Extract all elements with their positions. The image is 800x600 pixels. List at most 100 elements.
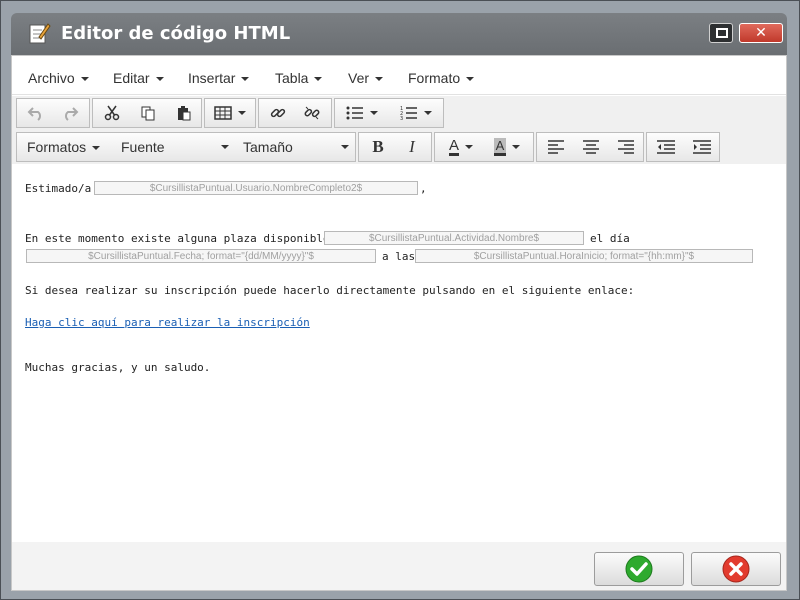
availability-text: En este momento existe alguna plaza disp… — [25, 232, 350, 245]
formats-label: Formatos — [27, 139, 87, 155]
toolbar-row-2: Formatos Fuente Tamaño B I A A — [12, 130, 786, 165]
indent-group — [646, 132, 720, 162]
outdent-icon — [657, 140, 675, 154]
toolbar-row-1: 123 — [12, 96, 786, 130]
menu-archivo[interactable]: Archivo — [28, 70, 89, 86]
paste-button[interactable] — [167, 99, 201, 127]
align-center-icon — [583, 140, 599, 154]
unlink-button[interactable] — [295, 99, 329, 127]
menu-label: Editar — [113, 70, 150, 86]
editor-client: Archivo Editar Insertar Tabla Ver Format… — [11, 55, 787, 591]
table-group — [204, 98, 256, 128]
cut-button[interactable] — [95, 99, 129, 127]
notepad-icon — [27, 21, 51, 45]
indent-button[interactable] — [685, 133, 719, 161]
chevron-down-icon — [341, 145, 349, 149]
undo-button[interactable] — [19, 99, 53, 127]
chevron-down-icon — [92, 146, 101, 151]
bold-button[interactable]: B — [361, 133, 395, 161]
chevron-down-icon — [424, 111, 432, 115]
table-button[interactable] — [207, 99, 253, 127]
link-icon — [270, 108, 286, 118]
cut-icon — [104, 105, 120, 121]
background-color-button[interactable]: A — [485, 133, 529, 161]
chevron-down-icon — [466, 77, 475, 82]
title-bar: Editor de código HTML ✕ — [11, 13, 787, 55]
svg-text:3: 3 — [400, 116, 403, 121]
list-group: 123 — [334, 98, 444, 128]
text-color-icon: A — [448, 137, 459, 156]
dialog-footer — [12, 542, 786, 590]
text-style-group: Formatos Fuente Tamaño — [16, 132, 356, 162]
italic-button[interactable]: I — [395, 133, 429, 161]
align-center-button[interactable] — [574, 133, 608, 161]
history-group — [16, 98, 90, 128]
italic-icon: I — [409, 137, 415, 156]
chevron-down-icon — [241, 77, 250, 82]
bullet-list-icon — [346, 106, 363, 120]
editor-window: Editor de código HTML ✕ Archivo Editar I… — [0, 0, 800, 600]
menu-label: Archivo — [28, 70, 75, 86]
editor-content[interactable]: Estimado/a $CursillistaPuntual.Usuario.N… — [12, 164, 786, 542]
formats-select[interactable]: Formatos — [27, 133, 111, 161]
menu-insertar[interactable]: Insertar — [188, 70, 250, 86]
greeting-suffix: , — [420, 182, 427, 195]
copy-icon — [141, 106, 155, 121]
menu-ver[interactable]: Ver — [348, 70, 384, 86]
copy-button[interactable] — [131, 99, 165, 127]
cancel-icon — [722, 555, 750, 583]
indent-icon — [693, 140, 711, 154]
size-select[interactable]: Tamaño — [243, 133, 353, 161]
time-text: a las — [382, 250, 416, 263]
menu-editar[interactable]: Editar — [113, 70, 164, 86]
bullet-list-button[interactable] — [337, 99, 387, 127]
chevron-down-icon — [465, 145, 473, 149]
date-text: el día — [590, 232, 630, 245]
field-actividad[interactable]: $CursillistaPuntual.Actividad.Nombre$ — [324, 231, 584, 245]
color-group: A A — [434, 132, 534, 162]
instruction-text: Si desea realizar su inscripción puede h… — [25, 284, 635, 297]
ok-button[interactable] — [594, 552, 684, 586]
menu-bar: Archivo Editar Insertar Tabla Ver Format… — [12, 56, 786, 95]
chevron-down-icon — [375, 77, 384, 82]
table-icon — [214, 106, 232, 120]
outdent-button[interactable] — [649, 133, 683, 161]
field-hora[interactable]: $CursillistaPuntual.HoraInicio; format="… — [415, 249, 753, 263]
redo-button[interactable] — [53, 99, 87, 127]
align-right-button[interactable] — [609, 133, 643, 161]
chevron-down-icon — [80, 77, 89, 82]
background-color-icon: A — [493, 138, 507, 156]
cancel-button[interactable] — [691, 552, 781, 586]
menu-label: Ver — [348, 70, 370, 86]
paste-icon — [178, 106, 191, 121]
chevron-down-icon — [155, 77, 164, 82]
align-left-button[interactable] — [539, 133, 573, 161]
undo-icon — [27, 107, 41, 121]
bold-icon: B — [372, 137, 384, 156]
emphasis-group: B I — [358, 132, 432, 162]
menu-tabla[interactable]: Tabla — [275, 70, 323, 86]
align-group — [536, 132, 644, 162]
unlink-icon — [304, 106, 320, 120]
check-icon — [625, 555, 653, 583]
align-right-icon — [618, 140, 634, 154]
restore-button[interactable] — [709, 23, 733, 43]
numbered-list-button[interactable]: 123 — [391, 99, 441, 127]
size-label: Tamaño — [243, 139, 293, 155]
link-button[interactable] — [261, 99, 295, 127]
font-select[interactable]: Fuente — [121, 133, 233, 161]
chevron-down-icon — [370, 111, 378, 115]
align-left-icon — [548, 140, 564, 154]
menu-formato[interactable]: Formato — [408, 70, 475, 86]
menu-label: Insertar — [188, 70, 236, 86]
menu-label: Formato — [408, 70, 461, 86]
window-title: Editor de código HTML — [61, 23, 291, 44]
field-fecha[interactable]: $CursillistaPuntual.Fecha; format="{dd/M… — [26, 249, 376, 263]
close-button[interactable]: ✕ — [739, 23, 783, 43]
font-label: Fuente — [121, 139, 165, 155]
field-nombre[interactable]: $CursillistaPuntual.Usuario.NombreComple… — [94, 181, 418, 195]
clipboard-group — [92, 98, 202, 128]
menu-label: Tabla — [275, 70, 309, 86]
text-color-button[interactable]: A — [439, 133, 483, 161]
registration-link[interactable]: Haga clic aquí para realizar la inscripc… — [25, 316, 310, 329]
